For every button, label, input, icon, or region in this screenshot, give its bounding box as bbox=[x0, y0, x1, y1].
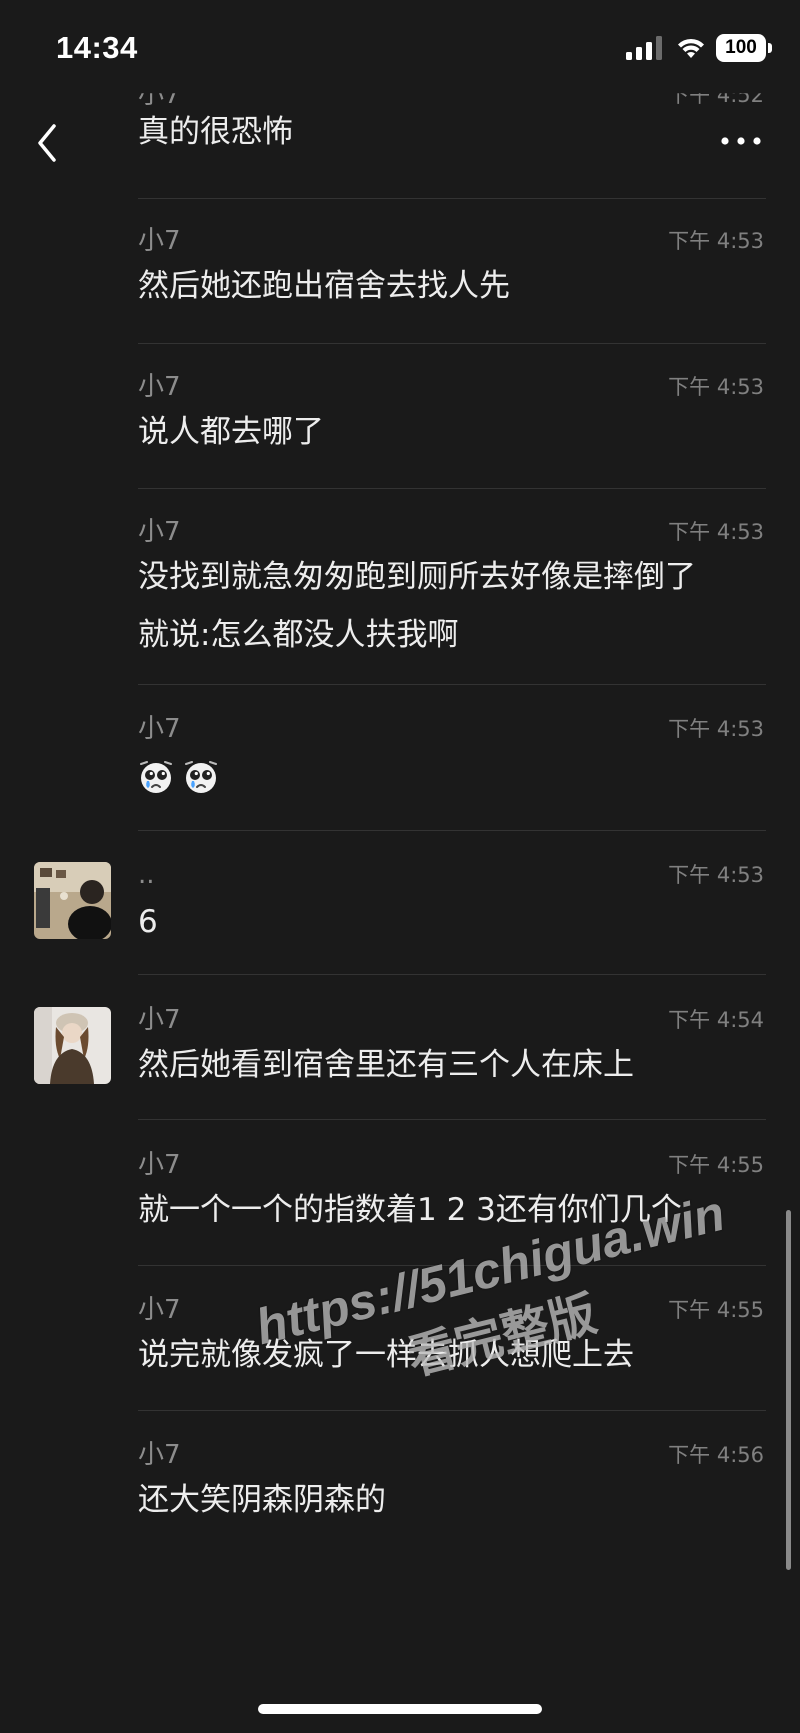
sender-name: .. bbox=[138, 860, 155, 890]
chat-message: .. 下午 4:53 6 bbox=[138, 860, 766, 978]
message-text: 6 bbox=[138, 904, 158, 940]
message-time: 下午 4:53 bbox=[668, 375, 764, 399]
message-time: 下午 4:55 bbox=[668, 1153, 764, 1177]
message-divider bbox=[138, 1410, 766, 1411]
message-divider bbox=[138, 684, 766, 685]
sender-name: 小7 bbox=[138, 1150, 181, 1180]
chat-message: 小7 下午 4:53 bbox=[138, 714, 766, 832]
avatar-photo bbox=[34, 862, 111, 939]
chat-message: 小7 下午 4:54 然后她看到宿舍里还有三个人在床上 bbox=[138, 1005, 766, 1123]
message-time: 下午 4:55 bbox=[668, 1298, 764, 1322]
message-divider bbox=[138, 488, 766, 489]
crying-face-icon bbox=[185, 761, 218, 793]
message-time: 下午 4:53 bbox=[668, 717, 764, 741]
sender-name: 小7 bbox=[138, 1005, 181, 1035]
message-text-line-2: 就说:怎么都没人扶我啊 bbox=[138, 617, 459, 653]
crying-face-icon bbox=[140, 761, 172, 793]
chat-message: 小7 下午 4:55 就一个一个的指数着1 2 3还有你们几个 bbox=[138, 1150, 766, 1268]
message-text: 然后她看到宿舍里还有三个人在床上 bbox=[138, 1047, 634, 1083]
home-indicator[interactable] bbox=[258, 1704, 542, 1714]
message-time: 下午 4:53 bbox=[668, 520, 764, 544]
avatar[interactable] bbox=[34, 862, 111, 939]
scrollbar[interactable] bbox=[786, 1210, 791, 1570]
message-text: 就一个一个的指数着1 2 3还有你们几个 bbox=[138, 1192, 682, 1228]
chat-message: 小7 下午 4:52 真的很恐怖 bbox=[138, 84, 766, 200]
sender-name: 小7 bbox=[138, 714, 181, 744]
message-text: 说人都去哪了 bbox=[138, 414, 324, 450]
chat-message-list: 小7 下午 4:52 真的很恐怖 小7 下午 4:53 然后她还跑出宿舍去找人先… bbox=[0, 0, 800, 1733]
message-divider bbox=[138, 343, 766, 344]
chat-message: 小7 下午 4:55 说完就像发疯了一样去抓人想爬上去 bbox=[138, 1295, 766, 1413]
sender-name: 小7 bbox=[138, 1295, 181, 1325]
sender-name: 小7 bbox=[138, 226, 181, 256]
message-text: 然后她还跑出宿舍去找人先 bbox=[138, 268, 510, 304]
chat-message: 小7 下午 4:56 还大笑阴森阴森的 bbox=[138, 1440, 766, 1530]
sender-name: 小7 bbox=[138, 1440, 181, 1470]
emoji-row bbox=[138, 759, 223, 809]
chat-message: 小7 下午 4:53 然后她还跑出宿舍去找人先 bbox=[138, 226, 766, 344]
message-text: 还大笑阴森阴森的 bbox=[138, 1482, 386, 1518]
sender-name: 小7 bbox=[138, 517, 181, 547]
message-divider bbox=[138, 830, 766, 831]
message-time: 下午 4:53 bbox=[668, 229, 764, 253]
avatar[interactable] bbox=[34, 1007, 111, 1084]
sender-name: 小7 bbox=[138, 372, 181, 402]
message-divider bbox=[138, 974, 766, 975]
avatar-photo bbox=[34, 1007, 111, 1084]
message-text: 真的很恐怖 bbox=[138, 114, 293, 150]
message-time: 下午 4:56 bbox=[668, 1443, 764, 1467]
message-divider bbox=[138, 1119, 766, 1120]
message-time: 下午 4:53 bbox=[668, 863, 764, 887]
message-text-line-1: 没找到就急匆匆跑到厕所去好像是摔倒了 bbox=[138, 559, 696, 595]
message-text: 说完就像发疯了一样去抓人想爬上去 bbox=[138, 1337, 634, 1373]
chat-message: 小7 下午 4:53 说人都去哪了 bbox=[138, 372, 766, 490]
message-divider bbox=[138, 1265, 766, 1266]
chat-message: 小7 下午 4:53 没找到就急匆匆跑到厕所去好像是摔倒了 就说:怎么都没人扶我… bbox=[138, 517, 766, 687]
message-divider bbox=[138, 198, 766, 199]
message-time: 下午 4:54 bbox=[668, 1008, 764, 1032]
